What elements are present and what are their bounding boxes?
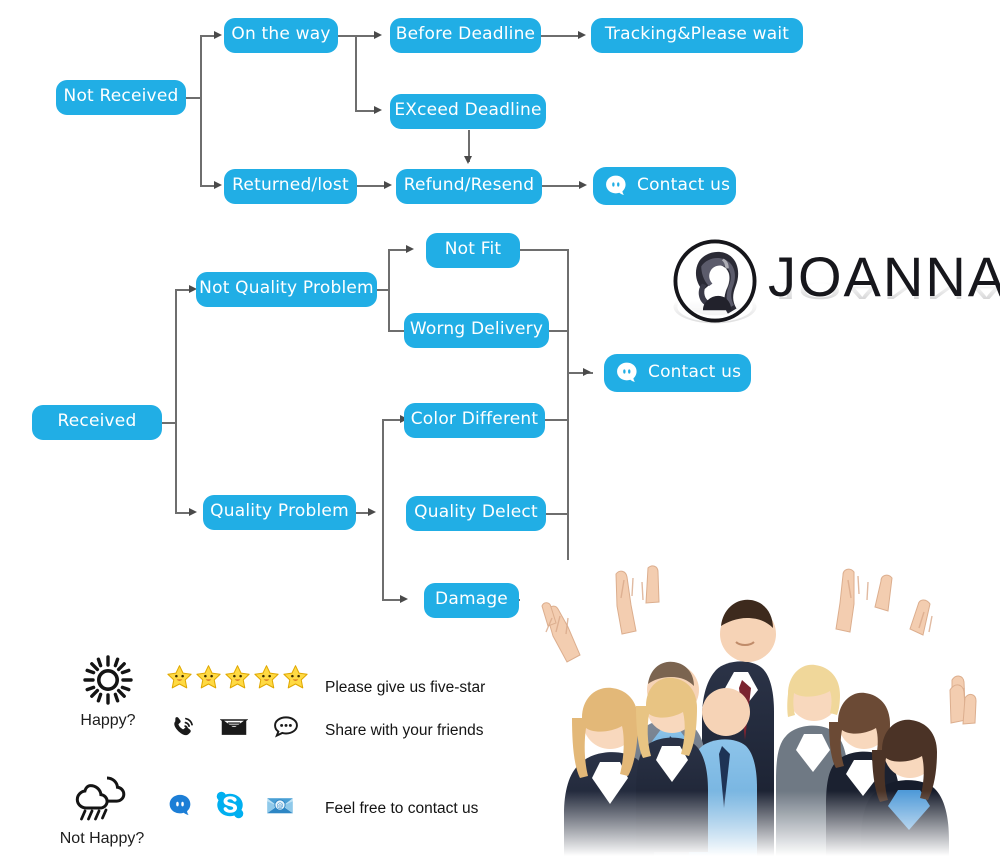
node-quality-problem[interactable]: Quality Problem (203, 495, 356, 530)
bracket-stub-worng-delivery (549, 330, 568, 332)
connector-nqp-spine (388, 250, 390, 331)
node-received[interactable]: Received (32, 405, 162, 440)
email-at-icon[interactable]: @ (265, 790, 295, 820)
trade-manager-icon (603, 173, 628, 198)
star-icon[interactable] (166, 664, 193, 691)
svg-text:@: @ (277, 802, 284, 810)
bracket-spine-right (567, 249, 569, 600)
arrow-to-quality-problem (189, 508, 197, 516)
trade-manager-icon[interactable] (165, 790, 195, 820)
arrow-refund-to-contact (579, 181, 587, 189)
connector-received-stub (162, 422, 176, 424)
arrow-to-exceed-deadline (374, 106, 382, 114)
node-returned-lost[interactable]: Returned/lost (224, 169, 357, 204)
node-not-quality-problem[interactable]: Not Quality Problem (196, 272, 377, 307)
share-friends-text: Share with your friends (325, 722, 484, 739)
node-not-received[interactable]: Not Received (56, 80, 186, 115)
arrow-to-damage (400, 595, 408, 603)
mood-not-happy-label: Not Happy? (59, 830, 145, 847)
connector-qp-spine (382, 419, 384, 600)
node-contact-us-middle[interactable]: Contact us (604, 354, 751, 392)
node-exceed-deadline[interactable]: EXceed Deadline (390, 94, 546, 129)
connector-received-spine (175, 290, 177, 513)
star-rating-row[interactable] (166, 664, 311, 691)
node-contact-us-middle-label: Contact us (648, 361, 742, 382)
node-quality-delect[interactable]: Quality Delect (406, 496, 546, 531)
node-damage[interactable]: Damage (424, 583, 519, 618)
arrow-to-returned-lost (214, 181, 222, 189)
rain-cloud-icon (52, 770, 152, 826)
node-before-deadline[interactable]: Before Deadline (390, 18, 541, 53)
envelope-icon[interactable] (219, 713, 249, 741)
mood-happy: Happy? (58, 652, 158, 730)
phone-ring-icon[interactable] (168, 713, 196, 741)
woman-silhouette-logo-icon (672, 238, 758, 324)
node-worng-delivery[interactable]: Worng Delivery (404, 313, 549, 348)
connector-deadline-spine (355, 35, 357, 111)
chat-bubble-icon[interactable] (272, 713, 300, 741)
connector-on-the-way-out (338, 35, 356, 37)
connector-not-received-spine (200, 36, 202, 186)
star-icon[interactable] (195, 664, 222, 691)
brand-name: JOANNA (768, 245, 1000, 308)
five-star-text: Please give us five-star (325, 679, 486, 696)
bracket-stub-not-fit (520, 249, 568, 251)
bracket-stub-quality-delect (546, 513, 568, 515)
share-icon-row[interactable] (168, 713, 300, 741)
node-refund-resend[interactable]: Refund/Resend (396, 169, 542, 204)
node-not-fit[interactable]: Not Fit (426, 233, 520, 268)
node-color-different[interactable]: Color Different (404, 403, 545, 438)
node-contact-us-top[interactable]: Contact us (593, 167, 736, 205)
arrow-to-tracking (578, 31, 586, 39)
star-icon[interactable] (282, 664, 309, 691)
mood-not-happy: Not Happy? (52, 770, 152, 848)
bracket-stub-color-different (545, 419, 568, 421)
arrow-to-before-deadline (374, 31, 382, 39)
node-on-the-way[interactable]: On the way (224, 18, 338, 53)
team-photo (520, 560, 1000, 856)
mood-happy-label: Happy? (80, 712, 136, 729)
star-icon[interactable] (253, 664, 280, 691)
arrow-to-on-the-way (214, 31, 222, 39)
connector-returned-to-refund (357, 185, 387, 187)
sun-icon (58, 652, 158, 708)
flowchart-poster: Not Received On the way Before Deadline … (0, 0, 1000, 856)
trade-manager-icon (614, 360, 639, 385)
arrow-qp-out (368, 508, 376, 516)
contact-us-text: Feel free to contact us (325, 800, 479, 817)
node-tracking-please-wait[interactable]: Tracking&Please wait (591, 18, 803, 53)
arrow-returned-to-refund (384, 181, 392, 189)
connector-to-tracking (541, 35, 581, 37)
skype-icon[interactable] (215, 790, 245, 820)
node-contact-us-top-label: Contact us (637, 174, 731, 195)
connector-refund-to-contact (542, 185, 582, 187)
contact-icon-row[interactable]: @ (165, 790, 295, 820)
star-icon[interactable] (224, 664, 251, 691)
arrow-bracket-to-contact (583, 368, 591, 376)
arrow-to-not-fit (406, 245, 414, 253)
brand-logo: JOANNA JOANNA (672, 238, 1000, 330)
group-photo-illustration (520, 560, 1000, 856)
arrow-exceed-to-refund (464, 156, 472, 164)
